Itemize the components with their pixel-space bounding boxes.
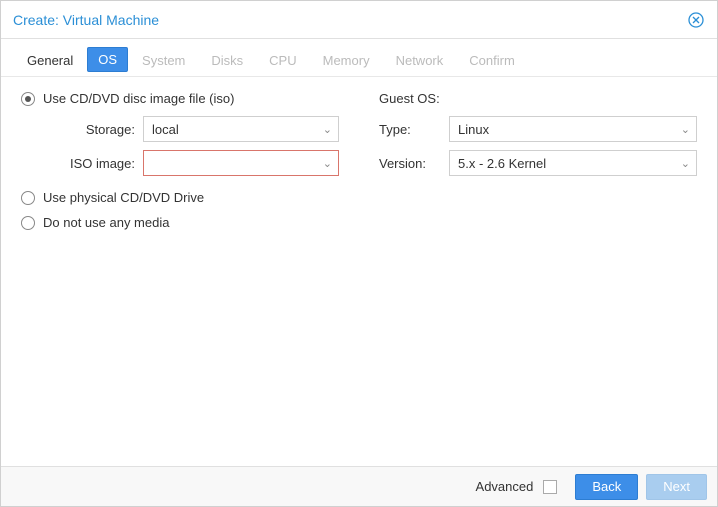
radio-physical-label: Use physical CD/DVD Drive [43,190,204,205]
tab-system: System [130,47,197,76]
storage-value: local [152,122,179,137]
tab-strip: General OS System Disks CPU Memory Netwo… [1,39,717,77]
dialog-title: Create: Virtual Machine [13,12,159,28]
guest-version-label: Version: [379,156,449,171]
radio-icon [21,92,35,106]
storage-row: Storage: local ⌄ [43,116,339,142]
footer: Advanced Back Next [1,466,717,506]
storage-label: Storage: [43,122,143,137]
chevron-down-icon: ⌄ [323,157,332,170]
guest-type-value: Linux [458,122,489,137]
tab-network: Network [384,47,456,76]
iso-image-select[interactable]: ⌄ [143,150,339,176]
guest-type-label: Type: [379,122,449,137]
advanced-label: Advanced [476,479,534,494]
next-button: Next [646,474,707,500]
tab-cpu: CPU [257,47,308,76]
radio-physical-drive[interactable]: Use physical CD/DVD Drive [21,190,339,205]
radio-icon [21,191,35,205]
close-button[interactable] [687,11,705,29]
right-column: Guest OS: Type: Linux ⌄ Version: 5.x - 2… [379,91,697,452]
iso-image-row: ISO image: ⌄ [43,150,339,176]
tab-confirm: Confirm [457,47,527,76]
back-button[interactable]: Back [575,474,638,500]
advanced-checkbox[interactable] [543,480,557,494]
titlebar: Create: Virtual Machine [1,1,717,39]
chevron-down-icon: ⌄ [323,123,332,136]
chevron-down-icon: ⌄ [681,123,690,136]
radio-no-media[interactable]: Do not use any media [21,215,339,230]
radio-use-iso-label: Use CD/DVD disc image file (iso) [43,91,234,106]
left-column: Use CD/DVD disc image file (iso) Storage… [21,91,339,452]
guest-type-row: Type: Linux ⌄ [379,116,697,142]
create-vm-dialog: Create: Virtual Machine General OS Syste… [0,0,718,507]
tab-general[interactable]: General [15,47,85,76]
radio-use-iso[interactable]: Use CD/DVD disc image file (iso) [21,91,339,106]
tab-memory: Memory [311,47,382,76]
radio-icon [21,216,35,230]
guest-version-value: 5.x - 2.6 Kernel [458,156,546,171]
tab-os[interactable]: OS [87,47,128,72]
guest-version-select[interactable]: 5.x - 2.6 Kernel ⌄ [449,150,697,176]
content-area: Use CD/DVD disc image file (iso) Storage… [1,77,717,466]
guest-version-row: Version: 5.x - 2.6 Kernel ⌄ [379,150,697,176]
storage-select[interactable]: local ⌄ [143,116,339,142]
radio-no-media-label: Do not use any media [43,215,169,230]
guest-os-heading: Guest OS: [379,91,697,106]
chevron-down-icon: ⌄ [681,157,690,170]
close-icon [688,12,704,28]
guest-type-select[interactable]: Linux ⌄ [449,116,697,142]
iso-fields: Storage: local ⌄ ISO image: ⌄ [21,116,339,176]
tab-disks: Disks [199,47,255,76]
iso-image-label: ISO image: [43,156,143,171]
